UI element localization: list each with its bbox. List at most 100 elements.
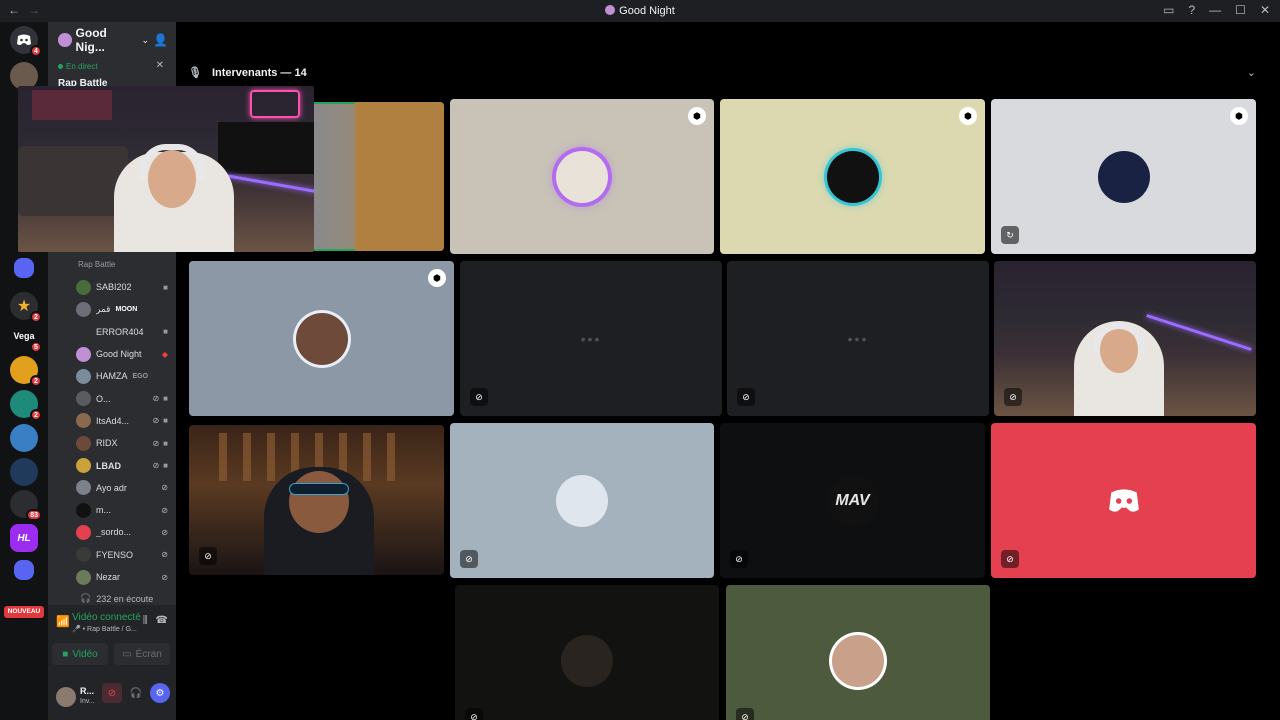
tile-discord-red[interactable]: ⊘ — [991, 423, 1256, 578]
tile-no-video-1[interactable]: ••• ⊘ — [460, 261, 722, 416]
close-button[interactable]: ✕ — [1260, 3, 1270, 17]
listener-count-text: 232 en écoute — [96, 593, 154, 604]
voice-channel-link[interactable]: 🎤 • Rap Battle / G... — [72, 625, 137, 633]
member-name: Good Night — [96, 349, 142, 360]
guild-header[interactable]: Good Nig... ⌄ 👤 — [48, 22, 176, 58]
member-row[interactable]: O... ⊘ ■ — [76, 387, 168, 409]
member-row[interactable]: m... ⊘ — [76, 499, 168, 521]
member-status-icons: ⊘ ■ — [152, 394, 168, 403]
discord-logo-icon — [1098, 475, 1150, 527]
user-panel: R... Inv... ⊘ 🎧 ⚙ — [48, 675, 176, 720]
navy-server-icon[interactable] — [10, 458, 38, 486]
discord-home-icon[interactable]: 4 — [10, 26, 42, 57]
member-status-icons: ⊘ — [161, 506, 168, 515]
help-icon[interactable]: ? — [1188, 3, 1195, 17]
user-status: Inv... — [80, 698, 95, 705]
member-name: RIDX — [96, 438, 118, 449]
mic-muted-icon: ⊘ — [730, 550, 748, 568]
headphones-icon[interactable]: 🎧 — [126, 683, 146, 703]
activity-icon: ↻ — [1001, 226, 1019, 244]
teal-server-icon[interactable]: 2 — [10, 390, 42, 421]
blue-server-icon[interactable] — [10, 424, 38, 452]
inbox-icon[interactable]: ▭ — [1163, 3, 1174, 17]
sunglasses-shape — [289, 483, 349, 495]
floating-video-preview[interactable] — [18, 86, 314, 252]
tile-yellow-avatar[interactable]: ⬢ — [720, 99, 985, 254]
maximize-button[interactable]: ☐ — [1235, 3, 1246, 17]
avatar — [76, 502, 91, 518]
mic-icon: 🎙 — [188, 67, 202, 79]
discord-logo-icon — [17, 34, 31, 45]
speakers-header: 🎙 Intervenants — 14 — [188, 66, 307, 80]
gold-server-icon[interactable]: 2 — [10, 356, 42, 387]
member-row[interactable]: RIDX ⊘ ■ — [76, 432, 168, 454]
member-row[interactable]: قمر MOON — [76, 298, 168, 320]
loading-dots-icon: ••• — [847, 330, 869, 347]
member-row[interactable]: Ayo adr ⊘ — [76, 477, 168, 499]
notification-badge: 2 — [30, 375, 42, 387]
member-name: Ayo adr — [96, 482, 127, 493]
notification-badge: 2 — [30, 311, 42, 323]
screen-button-label: Écran — [135, 648, 162, 660]
multi-server-icon[interactable]: 83 — [10, 490, 42, 521]
tile-grey-avatar[interactable]: ⬢ — [450, 99, 714, 254]
member-row[interactable]: LBAD ⊘ ■ — [76, 454, 168, 476]
tile-dark-avatar[interactable]: ⊘ — [455, 585, 719, 720]
voice-status[interactable]: Vidéo connecté — [72, 612, 141, 623]
close-icon[interactable]: ✕ — [156, 60, 164, 71]
member-status-icons: ⊘ — [161, 483, 168, 492]
member-name: Nezar — [96, 572, 121, 582]
user-name: R... — [80, 686, 95, 696]
avatar — [76, 301, 91, 317]
star-server-icon[interactable]: ★ 2 — [10, 292, 42, 323]
mic-muted-icon: ⊘ — [161, 550, 168, 560]
member-row[interactable]: _sordo... ⊘ — [76, 521, 168, 543]
member-row[interactable]: SABI202 ■ — [76, 276, 168, 298]
person-head — [289, 471, 349, 533]
signal-icon[interactable]: 📶 — [56, 615, 70, 628]
folder-icon-2[interactable] — [14, 560, 34, 580]
avatar[interactable] — [56, 687, 76, 707]
disconnect-icon[interactable]: ☎ — [156, 615, 168, 626]
poster-shape — [32, 90, 112, 120]
add-user-icon[interactable]: 👤 — [153, 33, 168, 47]
voice-actions: ⫼ ☎ — [143, 615, 168, 626]
folder-icon[interactable] — [14, 258, 34, 278]
chevron-down-icon[interactable]: ⌄ — [1247, 66, 1256, 79]
tile-no-video-2[interactable]: ••• ⊘ — [727, 261, 989, 416]
mic-muted-icon: ⊘ — [152, 438, 160, 448]
mic-muted-icon: ⊘ — [460, 550, 478, 568]
notification-badge: 4 — [30, 45, 42, 57]
avatar — [295, 312, 348, 365]
avatar — [76, 368, 91, 384]
mic-muted-icon: ⊘ — [161, 505, 168, 515]
mic-muted-icon: ⊘ — [737, 388, 755, 406]
minimize-button[interactable]: — — [1209, 3, 1221, 17]
video-button[interactable]: ■ Vidéo — [52, 643, 108, 665]
live-indicator: En direct — [58, 62, 98, 71]
avatar — [76, 346, 91, 362]
mic-muted-icon[interactable]: ⊘ — [102, 683, 122, 703]
avatar — [826, 150, 879, 203]
member-row[interactable]: FYENSO ⊘ — [76, 544, 168, 566]
member-row[interactable]: ItsAd4... ⊘ ■ — [76, 410, 168, 432]
tile-olive-avatar[interactable]: ⊘ — [726, 585, 990, 720]
member-row[interactable]: Nezar ⊘ — [76, 566, 168, 588]
screen-share-button[interactable]: ▭ Écran — [114, 643, 170, 665]
tile-webcam-right[interactable]: ⊘ — [994, 261, 1256, 416]
member-row[interactable]: ERROR404 ■ — [76, 321, 168, 343]
member-row[interactable]: Good Night ◆ — [76, 343, 168, 365]
member-row[interactable]: HAMZA EGO — [76, 365, 168, 387]
tile-goodnight-logo[interactable]: ⬢ ↻ — [991, 99, 1256, 254]
noise-suppression-icon[interactable]: ⫼ — [143, 615, 148, 626]
listener-count[interactable]: 🎧 232 en écoute — [80, 593, 153, 604]
gear-icon[interactable]: ⚙ — [150, 683, 170, 703]
tile-studio[interactable]: ⊘ — [189, 425, 444, 575]
tile-mav-logo[interactable]: MAV ⊘ — [720, 423, 985, 578]
tile-blue-avatar[interactable]: ⬢ — [189, 261, 454, 416]
vega-server-icon[interactable]: Vega 5 — [10, 322, 42, 353]
hl-server-icon[interactable]: HL — [10, 524, 38, 552]
couch-shape — [18, 146, 128, 216]
tile-steel-avatar[interactable]: ⊘ — [450, 423, 714, 578]
camera-icon: ■ — [163, 282, 168, 292]
